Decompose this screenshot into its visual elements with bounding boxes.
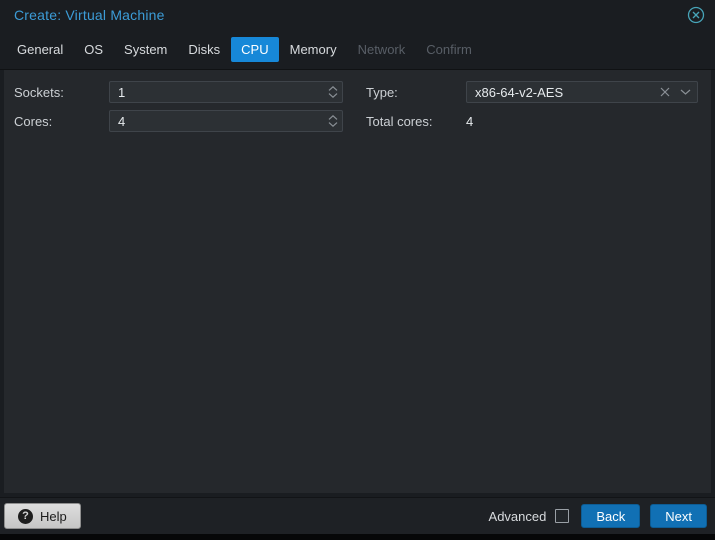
combo-tools <box>660 81 691 103</box>
help-button[interactable]: ? Help <box>4 503 81 529</box>
chevron-down-icon <box>328 122 338 127</box>
dialog-header: Create: Virtual Machine <box>0 0 715 30</box>
tab-memory[interactable]: Memory <box>280 37 347 62</box>
close-button[interactable] <box>687 6 705 24</box>
spinner-down-button[interactable] <box>328 93 338 98</box>
cores-spinner <box>328 110 338 132</box>
chevron-down-icon <box>328 93 338 98</box>
advanced-label: Advanced <box>488 508 547 524</box>
help-button-label: Help <box>40 508 67 524</box>
back-button-label: Back <box>596 508 626 524</box>
wizard-tab-bar: General OS System Disks CPU Memory Netwo… <box>0 30 715 70</box>
sockets-spinner <box>328 81 338 103</box>
circle-x-icon <box>687 6 705 24</box>
sockets-field <box>109 81 343 103</box>
type-label: Type: <box>366 84 398 100</box>
tab-cpu[interactable]: CPU <box>231 37 279 62</box>
x-icon <box>660 87 670 97</box>
question-circle-icon: ? <box>18 508 33 524</box>
chevron-down-icon <box>680 89 691 95</box>
back-button[interactable]: Back <box>581 504 641 528</box>
dialog-footer: ? Help Advanced Back Next <box>0 497 715 534</box>
cores-field <box>109 110 343 132</box>
cpu-form: Sockets: Type: <box>4 70 711 132</box>
create-vm-dialog: Create: Virtual Machine General OS Syste… <box>0 0 715 534</box>
clear-button[interactable] <box>660 87 670 97</box>
dropdown-button[interactable] <box>680 89 691 95</box>
sockets-input[interactable] <box>109 81 343 103</box>
type-field <box>466 81 698 103</box>
tab-confirm: Confirm <box>426 42 472 57</box>
chevron-up-icon <box>328 115 338 120</box>
total-cores-value: 4 <box>466 113 474 129</box>
spinner-down-button[interactable] <box>328 122 338 127</box>
cores-input[interactable] <box>109 110 343 132</box>
page-background-strip <box>0 534 715 540</box>
chevron-up-icon <box>328 86 338 91</box>
dialog-title: Create: Virtual Machine <box>14 7 165 23</box>
next-button-label: Next <box>665 508 692 524</box>
next-button[interactable]: Next <box>650 504 707 528</box>
tab-disks[interactable]: Disks <box>178 37 230 62</box>
tab-general[interactable]: General <box>7 37 73 62</box>
tab-system[interactable]: System <box>114 37 177 62</box>
spinner-up-button[interactable] <box>328 115 338 120</box>
tab-network: Network <box>357 42 406 57</box>
cores-label: Cores: <box>14 113 53 129</box>
spinner-up-button[interactable] <box>328 86 338 91</box>
cpu-panel: Sockets: Type: <box>0 70 715 497</box>
total-cores-label: Total cores: <box>366 113 433 129</box>
sockets-label: Sockets: <box>14 84 64 100</box>
tab-os[interactable]: OS <box>74 37 113 62</box>
advanced-checkbox[interactable] <box>555 509 570 523</box>
